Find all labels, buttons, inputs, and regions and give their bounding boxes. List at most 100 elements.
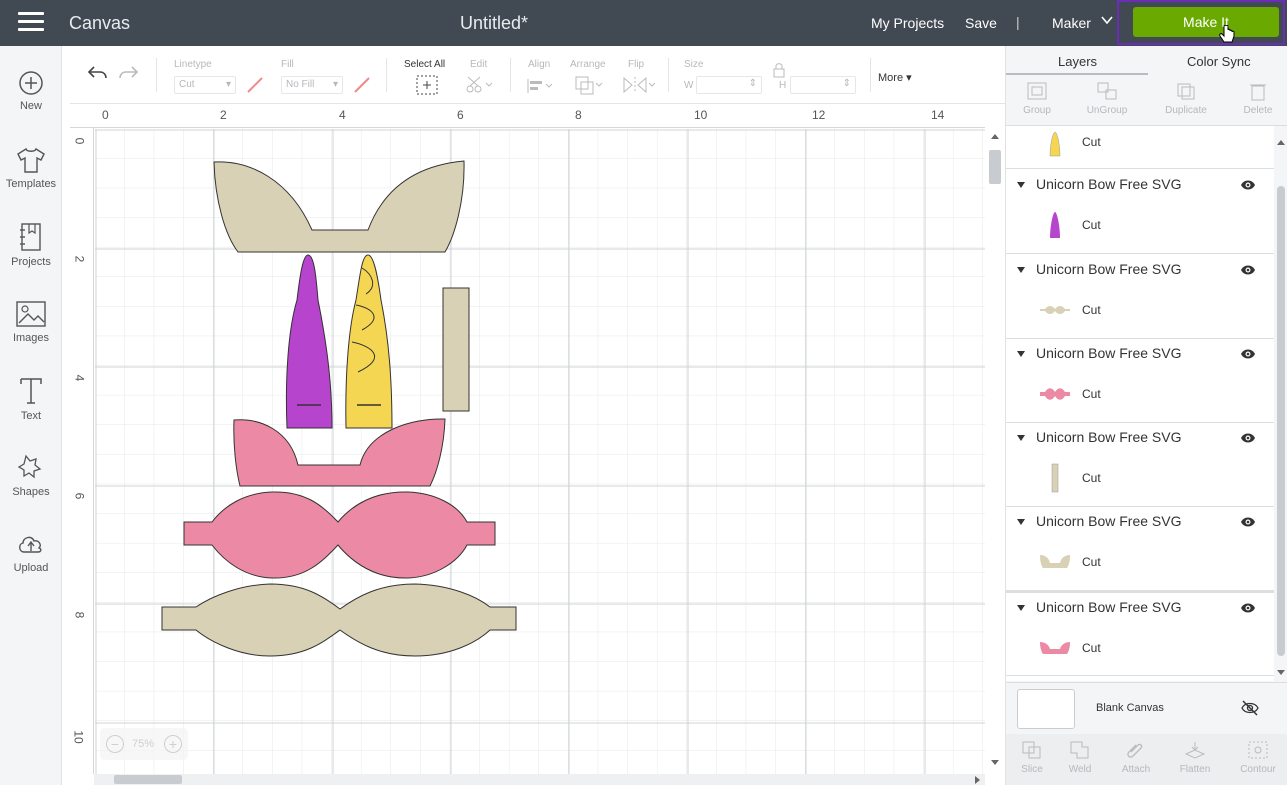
layer-group-header[interactable]: Unicorn Bow Free SVG [1006,593,1274,625]
layers-panel: Layers Color Sync Group UnGroup Duplicat… [1005,46,1287,785]
blank-canvas-row[interactable]: Blank Canvas [1006,682,1287,732]
bow-pink-shape[interactable] [183,491,496,579]
group-label: Group [1023,105,1051,116]
delete-label: Delete [1243,105,1273,116]
layer-item[interactable]: Cut [1006,126,1274,169]
layer-group-name: Unicorn Bow Free SVG [1036,345,1182,361]
tab-layers[interactable]: Layers [1058,54,1097,69]
layer-operation: Cut [1082,641,1101,655]
blank-canvas-swatch[interactable] [1017,689,1075,729]
ruler-label: 6 [457,108,464,122]
canvas-horizontal-scrollbar[interactable] [94,774,985,785]
scrollbar-thumb[interactable] [989,150,1001,184]
ruler-label: 12 [812,108,826,122]
eye-icon[interactable] [1240,264,1256,276]
zoom-level: 75% [132,738,155,750]
layer-group-name: Unicorn Bow Free SVG [1036,261,1182,277]
scrollbar-thumb[interactable] [1277,186,1285,656]
eye-icon[interactable] [1240,602,1256,614]
ears-tan-shape[interactable] [213,160,465,253]
ruler-label: 8 [575,108,582,122]
trash-icon [1250,84,1266,101]
canvas-vertical-scrollbar[interactable] [986,128,1004,774]
ears-pink-shape[interactable] [233,418,446,487]
strip-tan-shape[interactable] [442,287,470,412]
layer-group[interactable]: Unicorn Bow Free SVG Cut [1006,255,1274,339]
delete-button[interactable]: Delete [1230,76,1286,116]
left-ruler: 0 2 4 6 8 10 [70,128,94,774]
zoom-in-button[interactable]: + [164,735,182,753]
layer-group-header[interactable]: Unicorn Bow Free SVG [1006,339,1274,371]
layer-group[interactable]: Unicorn Bow Free SVG Cut [1006,591,1274,676]
eye-icon[interactable] [1240,179,1256,191]
flatten-label: Flatten [1179,764,1211,775]
tab-color-sync[interactable]: Color Sync [1187,54,1251,69]
layer-group-header[interactable]: Unicorn Bow Free SVG [1006,423,1274,455]
caret-down-icon[interactable] [1017,519,1025,525]
duplicate-icon [1177,83,1195,100]
ruler-label: 0 [102,108,109,122]
layers-scrollbar[interactable] [1274,136,1287,681]
zoom-out-button[interactable]: − [106,735,124,753]
caret-down-icon[interactable] [1017,182,1025,188]
top-ruler: 0 2 4 6 8 10 12 14 [70,104,985,128]
layer-operation: Cut [1082,218,1101,232]
caret-down-icon[interactable] [1017,605,1025,611]
layer-group[interactable]: Unicorn Bow Free SVG Cut [1006,507,1274,591]
layer-group[interactable]: Unicorn Bow Free SVG Cut [1006,423,1274,507]
ruler-label: 0 [72,137,87,145]
layer-operation: Cut [1082,387,1101,401]
horn-purple-shape[interactable] [285,254,333,429]
layer-thumbnail [1040,388,1070,400]
layer-group-header[interactable]: Unicorn Bow Free SVG [1006,170,1274,202]
scrollbar-thumb[interactable] [114,775,182,784]
blank-canvas-label: Blank Canvas [1096,702,1164,714]
layer-thumbnail [1040,642,1070,654]
layer-thumbnail [1050,212,1060,238]
eye-hidden-icon[interactable] [1241,700,1259,716]
ungroup-label: UnGroup [1086,105,1128,116]
eye-icon[interactable] [1240,348,1256,360]
ungroup-button[interactable]: UnGroup [1079,76,1135,116]
eye-icon[interactable] [1240,516,1256,528]
active-tab-indicator [1006,73,1148,75]
attach-button[interactable]: Attach [1110,734,1162,775]
layer-group-name: Unicorn Bow Free SVG [1036,513,1182,529]
layer-operation: Cut [1082,471,1101,485]
caret-down-icon[interactable] [1017,435,1025,441]
slice-icon [1022,741,1041,759]
contour-button[interactable]: Contour [1232,734,1284,775]
ruler-label: 2 [72,255,87,263]
ruler-label: 2 [220,108,227,122]
layer-group[interactable]: Unicorn Bow Free SVG Cut [1006,339,1274,423]
duplicate-button[interactable]: Duplicate [1158,76,1214,116]
ruler-label: 4 [339,108,346,122]
weld-button[interactable]: Weld [1054,734,1106,775]
caret-down-icon[interactable] [1017,267,1025,273]
ruler-label: 10 [694,108,708,122]
ungroup-icon [1097,82,1117,100]
layer-operation: Cut [1082,555,1101,569]
paperclip-icon [1127,743,1143,758]
layer-group-header[interactable]: Unicorn Bow Free SVG [1006,507,1274,539]
layer-group-header[interactable]: Unicorn Bow Free SVG [1006,255,1274,287]
layer-thumbnail [1040,555,1070,568]
layer-operation: Cut [1082,303,1101,317]
eye-icon[interactable] [1240,432,1256,444]
slice-button[interactable]: Slice [1006,734,1058,775]
bow-tan-shape[interactable] [161,583,517,657]
contour-icon [1248,741,1268,759]
horn-yellow-shape[interactable] [345,254,393,429]
group-button[interactable]: Group [1009,76,1065,116]
bottom-tools: Slice Weld Attach Flatten Contour [1006,734,1287,785]
weld-label: Weld [1068,764,1092,775]
flatten-button[interactable]: Flatten [1169,734,1221,775]
layer-group-name: Unicorn Bow Free SVG [1036,429,1182,445]
caret-down-icon[interactable] [1017,351,1025,357]
layer-group-name: Unicorn Bow Free SVG [1036,176,1182,192]
slice-label: Slice [1021,764,1043,775]
layer-group[interactable]: Unicorn Bow Free SVG Cut [1006,170,1274,254]
ruler-label: 6 [72,492,87,500]
layers-list: Cut Unicorn Bow Free SVG Cut Unicorn Bow… [1006,126,1274,681]
layer-thumbnail [1049,131,1061,157]
